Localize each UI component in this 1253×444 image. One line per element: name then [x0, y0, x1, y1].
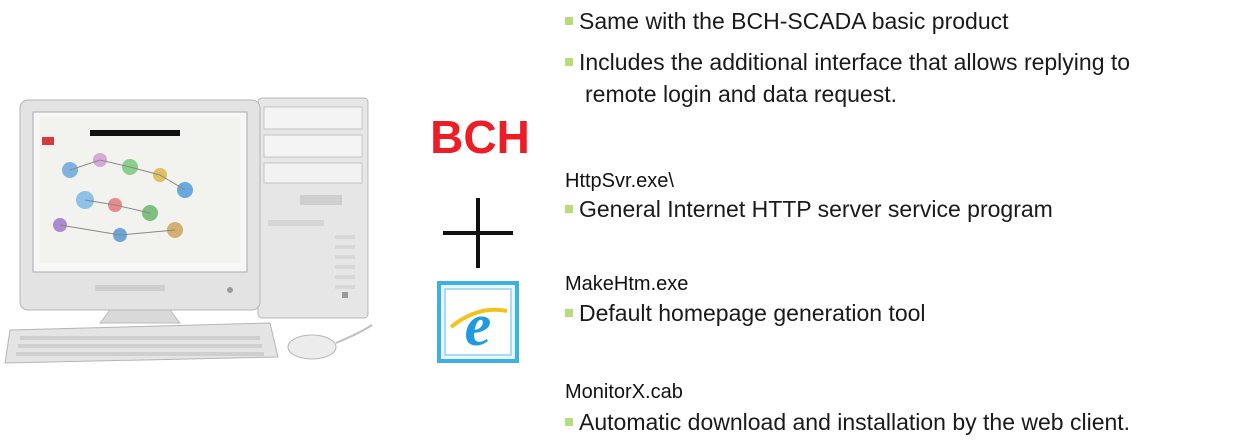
bullet-text: Includes the additional interface that a… — [579, 49, 1131, 75]
plus-icon — [443, 198, 513, 268]
bullet-square-icon — [565, 58, 573, 66]
desktop-computer-icon — [0, 95, 400, 385]
list-item: General Internet HTTP server service pro… — [565, 194, 1053, 225]
section-title: HttpSvr.exe\ — [565, 170, 674, 192]
bullet-square-icon — [565, 205, 573, 213]
list-item: Includes the additional interface that a… — [565, 47, 1130, 78]
svg-text:e: e — [465, 292, 492, 358]
list-item: Default homepage generation tool — [565, 298, 926, 329]
bullet-square-icon — [565, 418, 573, 426]
section-title: MonitorX.cab — [565, 381, 683, 403]
bch-logo-text: BCH — [430, 111, 530, 163]
bullet-text: General Internet HTTP server service pro… — [579, 196, 1053, 222]
list-item: Automatic download and installation by t… — [565, 407, 1130, 438]
section-title: MakeHtm.exe — [565, 273, 689, 295]
bullet-square-icon — [565, 309, 573, 317]
bullet-text: Same with the BCH-SCADA basic product — [579, 8, 1009, 34]
feature-list: Same with the BCH-SCADA basic product In… — [565, 0, 1253, 444]
internet-explorer-icon: e — [437, 281, 519, 363]
bullet-text: Automatic download and installation by t… — [579, 409, 1131, 435]
bullet-square-icon — [565, 17, 573, 25]
bullet-text: Default homepage generation tool — [579, 300, 926, 326]
list-item: Same with the BCH-SCADA basic product — [565, 6, 1009, 37]
bullet-continuation: remote login and data request. — [585, 81, 897, 107]
